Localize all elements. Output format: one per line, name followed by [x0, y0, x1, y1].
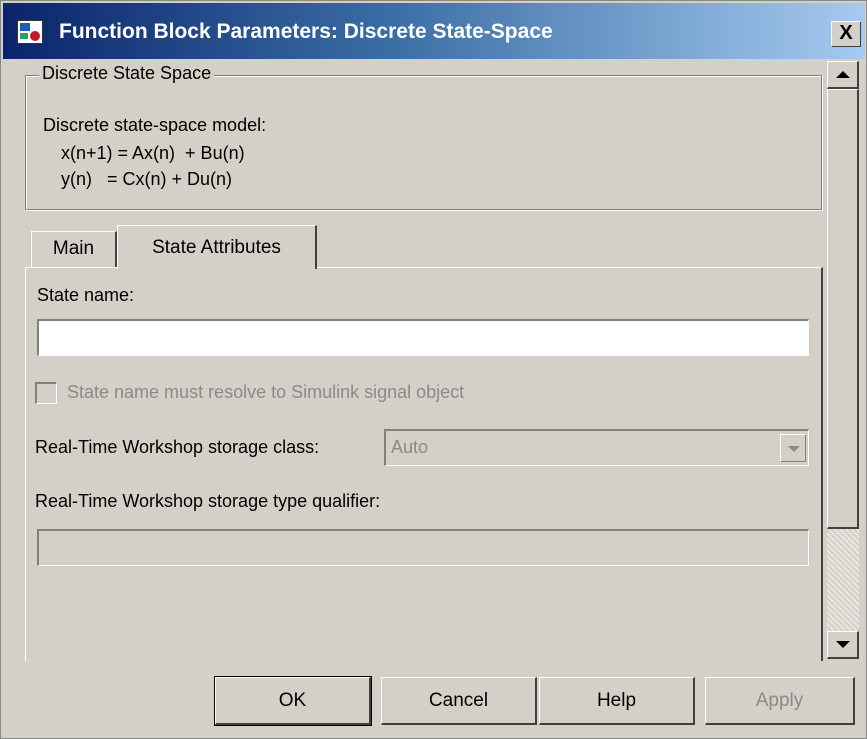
storage-class-value: Auto	[391, 437, 429, 457]
title-bar[interactable]: Function Block Parameters: Discrete Stat…	[3, 3, 865, 59]
dialog-window: Function Block Parameters: Discrete Stat…	[0, 0, 867, 739]
resolve-signal-checkbox-label: State name must resolve to Simulink sign…	[67, 382, 465, 402]
simulink-block-icon	[17, 20, 43, 44]
storage-class-label: Real-Time Workshop storage class:	[35, 437, 320, 457]
tab-main-label: Main	[52, 238, 95, 259]
scroll-up-button[interactable]	[827, 61, 859, 89]
type-qualifier-field[interactable]	[37, 529, 809, 566]
state-name-label: State name:	[37, 285, 135, 305]
scroll-down-button[interactable]	[827, 631, 859, 659]
close-button[interactable]: X	[831, 21, 861, 47]
state-equation: x(n+1) = Ax(n) + Bu(n)	[61, 143, 245, 163]
apply-button[interactable]: Apply	[705, 677, 855, 725]
tab-main[interactable]: Main	[31, 231, 117, 267]
chevron-down-icon[interactable]	[780, 434, 806, 462]
scrollbar-thumb[interactable]	[827, 89, 859, 529]
state-name-input[interactable]	[39, 321, 808, 355]
tab-state-attributes[interactable]: State Attributes	[117, 225, 317, 269]
type-qualifier-label: Real-Time Workshop storage type qualifie…	[35, 491, 381, 511]
ok-button[interactable]: OK	[214, 676, 372, 726]
description-group-title: Discrete State Space	[39, 63, 215, 84]
output-equation: y(n) = Cx(n) + Du(n)	[61, 169, 233, 189]
model-heading: Discrete state-space model:	[43, 115, 267, 135]
close-icon: X	[839, 22, 853, 44]
tab-state-attributes-label: State Attributes	[152, 237, 281, 258]
type-qualifier-input[interactable]	[39, 531, 808, 565]
resolve-signal-checkbox[interactable]	[35, 382, 57, 404]
cancel-button[interactable]: Cancel	[381, 677, 537, 725]
state-name-field[interactable]	[37, 319, 809, 356]
vertical-scrollbar[interactable]	[827, 61, 859, 659]
window-title: Function Block Parameters: Discrete Stat…	[59, 20, 553, 43]
storage-class-select[interactable]: Auto	[384, 429, 809, 466]
help-button[interactable]: Help	[539, 677, 695, 725]
